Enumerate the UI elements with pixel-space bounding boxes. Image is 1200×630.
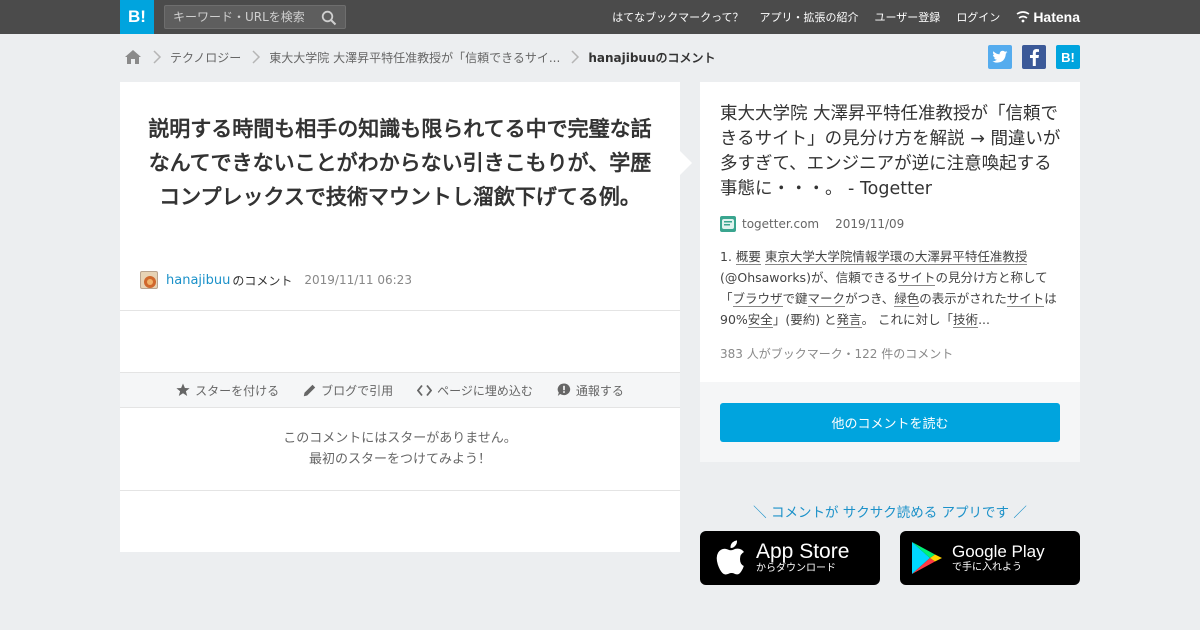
embed-button[interactable]: ページに埋め込む (417, 382, 533, 399)
summary-text: ... (978, 312, 990, 327)
summary-keyword-link[interactable]: 技術 (953, 312, 979, 328)
embed-label: ページに埋め込む (437, 383, 533, 398)
summary-text: がつき、 (845, 291, 895, 306)
breadcrumb-entry[interactable]: 東大大学院 大澤昇平特任准教授が「信頼できるサイ... (269, 49, 560, 66)
summary-text: 」(要約) と (772, 312, 837, 327)
no-stars-line-2: 最初のスターをつけてみよう！ (308, 452, 491, 467)
code-icon (417, 384, 433, 396)
app-promo-tagline: ＼ コメントが サクサク読める アプリです ／ (753, 505, 1027, 521)
no-stars-line-1: このコメントにはスターがありません。 (283, 431, 517, 446)
divider (120, 310, 680, 311)
summary-keyword-link[interactable]: サイト (897, 270, 936, 286)
hatena-share-button[interactable]: B! (1056, 45, 1080, 69)
avatar-image-icon (141, 272, 157, 288)
google-play-sub: で手に入れよう (952, 562, 1022, 573)
app-store-main: App Store (756, 540, 850, 563)
facebook-icon (1030, 49, 1039, 66)
entry-domain-link[interactable]: togetter.com (742, 217, 819, 231)
pencil-icon (303, 384, 316, 396)
search-box (164, 5, 346, 29)
divider (120, 490, 680, 491)
summary-text: (@Ohsaworks)が、信頼できる (720, 270, 898, 285)
entry-title-link[interactable]: 東大大学院 大澤昇平特任准教授が「信頼できるサイト」の見分け方を解説 → 間違い… (720, 102, 1062, 202)
search-icon[interactable] (321, 10, 337, 26)
summary-keyword-link[interactable]: 緑色 (894, 291, 920, 307)
blog-quote-button[interactable]: ブログで引用 (303, 382, 393, 399)
no-stars-message: このコメントにはスターがありません。 最初のスターをつけてみよう！ (120, 428, 680, 470)
nav-about[interactable]: はてなブックマークって？ (612, 9, 743, 25)
google-play-text: Google Play で手に入れよう (952, 542, 1045, 574)
entry-card: 東大大学院 大澤昇平特任准教授が「信頼できるサイト」の見分け方を解説 → 間違い… (700, 82, 1080, 382)
breadcrumb: テクノロジー 東大大学院 大澤昇平特任准教授が「信頼できるサイ... hanaj… (124, 46, 716, 68)
summary-text: で鍵 (782, 291, 808, 306)
twitter-share-button[interactable] (988, 45, 1012, 69)
top-bar: B! はてなブックマークって？ アプリ・拡張の紹介 ユーザー登録 ログイン Ha… (0, 0, 1200, 34)
summary-keyword-link[interactable]: 安全 (747, 312, 773, 328)
breadcrumb-current: hanajibuuのコメント (588, 50, 716, 65)
summary-keyword-link[interactable]: サイト (1006, 291, 1045, 307)
app-store-badge[interactable]: App Store からダウンロード (700, 531, 880, 585)
avatar[interactable] (140, 271, 158, 289)
chevron-right-icon (153, 50, 162, 64)
chevron-right-icon (252, 50, 261, 64)
summary-keyword-link[interactable]: マーク (807, 291, 846, 307)
entry-date: 2019/11/09 (835, 217, 905, 231)
summary-text: 。 これに対し「 (861, 312, 954, 327)
top-nav: はてなブックマークって？ アプリ・拡張の紹介 ユーザー登録 ログイン Haten… (596, 0, 1080, 34)
app-store-text: App Store からダウンロード (756, 541, 849, 575)
comment-text: 説明する時間も相手の知識も限られてる中で完璧な話なんてできないことがわからない引… (148, 117, 652, 209)
hatena-logo-icon (1016, 11, 1030, 23)
add-star-button[interactable]: スターを付ける (176, 382, 279, 399)
report-label: 通報する (575, 383, 624, 398)
facebook-share-button[interactable] (1022, 45, 1046, 69)
hatena-brand-link[interactable]: Hatena (1016, 9, 1080, 25)
nav-signup[interactable]: ユーザー登録 (875, 9, 941, 25)
summary-text: の表示がされた (919, 291, 1007, 306)
entry-source: togetter.com 2019/11/09 (720, 216, 904, 232)
chevron-right-icon (571, 50, 580, 64)
summary-text: 1. (720, 249, 736, 264)
more-comments-area: 他のコメントを読む (700, 382, 1080, 462)
entry-summary: 1. 概要 東京大学大学院情報学環の大澤昇平特任准教授 (@Ohsaworks)が… (720, 246, 1065, 330)
comment-card: 説明する時間も相手の知識も限られてる中で完璧な話なんてできないことがわからない引… (120, 82, 680, 552)
comment-meta: hanajibuu のコメント 2019/11/11 06:23 (140, 271, 412, 289)
togetter-favicon-icon (720, 216, 736, 232)
comment-actions: スターを付ける ブログで引用 ページに埋め込む 通報する (120, 372, 680, 408)
report-button[interactable]: 通報する (557, 382, 624, 399)
nav-login[interactable]: ログイン (956, 9, 1000, 25)
report-bubble-icon (557, 383, 571, 396)
add-star-label: スターを付ける (195, 383, 280, 398)
home-icon[interactable] (124, 49, 142, 65)
summary-keyword-link[interactable]: 東京大学大学院情報学環の大澤昇平特任准教授 (764, 249, 1028, 265)
comment-timestamp: 2019/11/11 06:23 (304, 273, 412, 287)
hatena-bookmark-logo[interactable]: B! (120, 0, 154, 34)
google-play-main: Google Play (952, 542, 1045, 561)
summary-keyword-link[interactable]: 発言 (836, 312, 862, 328)
google-play-icon (912, 542, 942, 574)
summary-keyword-link[interactable]: ブラウザ (732, 291, 783, 307)
blog-quote-label: ブログで引用 (321, 383, 394, 398)
comment-user-suffix: のコメント (232, 273, 293, 288)
read-more-comments-button[interactable]: 他のコメントを読む (720, 403, 1060, 442)
summary-keyword-link[interactable]: 概要 (735, 249, 761, 265)
search-input[interactable] (165, 6, 315, 28)
google-play-badge[interactable]: Google Play で手に入れよう (900, 531, 1080, 585)
hatena-brand-text: Hatena (1033, 9, 1080, 25)
star-icon (176, 383, 190, 396)
breadcrumb-category[interactable]: テクノロジー (170, 49, 241, 66)
app-store-sub: からダウンロード (756, 563, 836, 574)
twitter-icon (992, 50, 1008, 63)
card-pointer (680, 151, 692, 175)
nav-apps[interactable]: アプリ・拡張の紹介 (760, 9, 859, 25)
bookmark-counts: 383 人がブックマーク・122 件のコメント (720, 347, 954, 361)
share-buttons: B! (978, 45, 1080, 69)
comment-user-link[interactable]: hanajibuu (166, 273, 230, 288)
apple-icon (716, 540, 744, 575)
